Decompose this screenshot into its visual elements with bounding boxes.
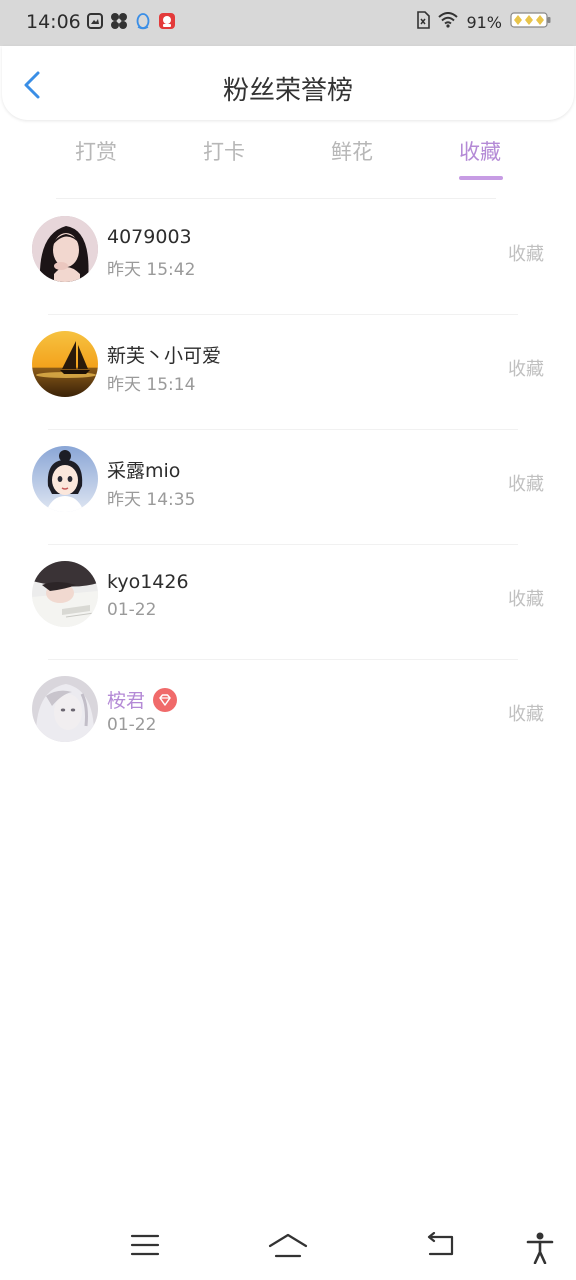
qq-icon (134, 12, 152, 30)
action-label: 收藏 (508, 474, 544, 495)
vip-diamond-icon (153, 687, 178, 712)
action-label: 收藏 (508, 244, 544, 265)
list-item[interactable]: kyo1426 01-22 收藏 (0, 545, 576, 660)
app-icon (110, 12, 128, 30)
status-time: 14:06 (26, 11, 81, 33)
accessibility-button[interactable] (526, 1232, 554, 1268)
accessibility-icon (526, 1232, 554, 1265)
avatar[interactable] (32, 676, 98, 742)
menu-icon (130, 1234, 160, 1256)
page-title: 粉丝荣誉榜 (222, 76, 353, 106)
user-name[interactable]: 采露mio (107, 456, 180, 483)
red-app-icon (158, 12, 176, 30)
user-name[interactable]: 新芙丶小可爱 (107, 341, 221, 368)
list-item[interactable]: 桉君 01-22 收藏 (0, 660, 576, 775)
tab-reward[interactable]: 打赏 (75, 136, 117, 166)
user-name-text: 桉君 (107, 690, 146, 712)
gallery-icon (86, 12, 104, 30)
home-icon (268, 1233, 308, 1258)
battery-icon (510, 12, 552, 32)
system-nav-bar (0, 1220, 576, 1280)
user-name[interactable]: 4079003 (107, 226, 192, 248)
list-item[interactable]: 新芙丶小可爱 昨天 15:14 收藏 (0, 315, 576, 430)
user-name[interactable]: 桉君 (107, 686, 178, 713)
active-tab-indicator (459, 176, 503, 180)
user-name-text: 4079003 (107, 226, 192, 248)
avatar[interactable] (32, 331, 98, 397)
action-label: 收藏 (508, 589, 544, 610)
user-name[interactable]: kyo1426 (107, 571, 189, 593)
user-name-text: 新芙丶小可爱 (107, 345, 222, 367)
status-right: 91% (416, 11, 552, 33)
header: 粉丝荣誉榜 (2, 46, 574, 120)
avatar[interactable] (32, 216, 98, 282)
favorite-time: 昨天 15:14 (107, 375, 196, 395)
tab-favorites[interactable]: 收藏 (459, 136, 501, 166)
status-bar: 14:06 91% (0, 0, 576, 46)
tab-checkin[interactable]: 打卡 (203, 136, 245, 166)
favorite-time: 昨天 15:42 (107, 260, 196, 280)
sim-icon (416, 11, 431, 33)
favorite-time: 昨天 14:35 (107, 490, 196, 510)
wifi-icon (438, 12, 459, 32)
menu-button[interactable] (130, 1232, 160, 1262)
avatar[interactable] (32, 561, 98, 627)
user-name-text: 采露mio (107, 460, 181, 482)
list-item[interactable]: 采露mio 昨天 14:35 收藏 (0, 430, 576, 545)
action-label: 收藏 (508, 359, 544, 380)
tab-flowers[interactable]: 鲜花 (331, 136, 373, 166)
user-name-text: kyo1426 (107, 571, 189, 593)
list-item[interactable]: 4079003 昨天 15:42 收藏 (0, 200, 576, 315)
back-nav-button[interactable] (424, 1231, 456, 1262)
favorite-time: 01-22 (107, 715, 157, 735)
home-button[interactable] (268, 1232, 308, 1264)
avatar[interactable] (32, 446, 98, 512)
back-icon (427, 1231, 454, 1256)
notification-icons (86, 12, 176, 30)
favorite-time: 01-22 (107, 600, 157, 620)
fan-list: 4079003 昨天 15:42 收藏 新芙丶小可爱 昨天 15:14 收藏 采… (0, 200, 576, 775)
action-label: 收藏 (508, 704, 544, 725)
battery-percent: 91% (466, 12, 502, 32)
tabs-divider (56, 198, 496, 199)
